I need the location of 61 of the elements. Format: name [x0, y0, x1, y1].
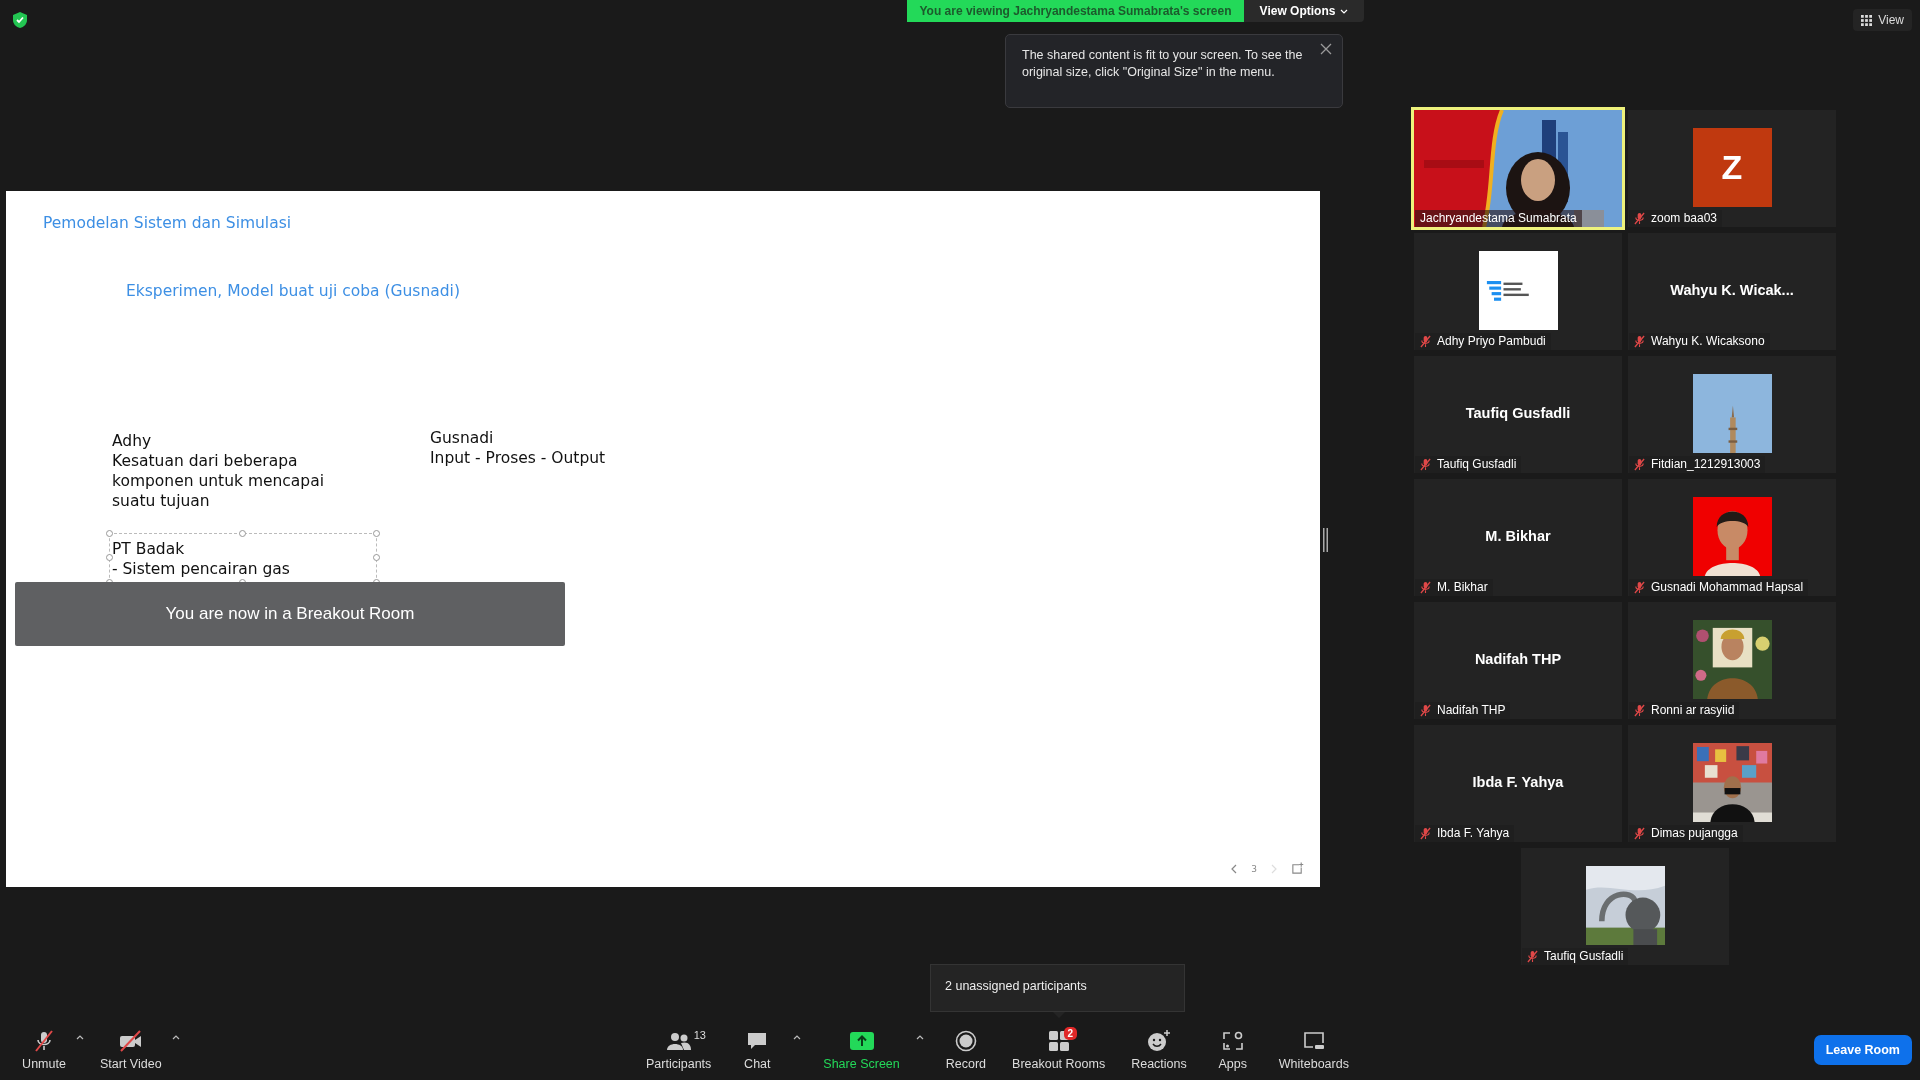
- unmute-button[interactable]: Unmute: [14, 1029, 74, 1071]
- slide-text-line: PT Badak: [112, 539, 186, 559]
- participant-display-name: Taufiq Gusfadli: [1465, 404, 1571, 421]
- slide-text-line: Kesatuan dari beberapa: [112, 451, 299, 471]
- participant-tile[interactable]: Gusnadi Mohammad Hapsal: [1628, 479, 1836, 596]
- participant-tile[interactable]: Z zoom baa03: [1628, 110, 1836, 227]
- reactions-button[interactable]: Reactions: [1121, 1029, 1197, 1071]
- slide-text-line: komponen untuk mencapai: [112, 471, 324, 491]
- participant-display-name: Ibda F. Yahya: [1472, 773, 1564, 790]
- tooltip-text: The shared content is fit to your screen. To see the original size, click "Original Size" in the menu.: [1022, 48, 1303, 79]
- screen-share-banner: You are viewing Jachryandestama Sumabrata's screen: [907, 0, 1244, 22]
- participant-tile[interactable]: Taufiq Gusfadli: [1521, 848, 1729, 965]
- participant-count: 13: [693, 1029, 706, 1041]
- participant-tile[interactable]: Fitdian_1212913003: [1628, 356, 1836, 473]
- share-button[interactable]: Share Screen: [813, 1029, 910, 1071]
- breakout-button[interactable]: 2 Breakout Rooms: [1002, 1029, 1116, 1071]
- popup-text: 2 unassigned participants: [945, 979, 1087, 993]
- participant-display-name: M. Bikhar: [1485, 527, 1551, 544]
- participant-name: Ronni ar rasyiid: [1651, 703, 1735, 717]
- participant-name: Taufiq Gusfadli: [1544, 949, 1624, 963]
- chat-button[interactable]: Chat: [727, 1029, 788, 1071]
- participant-tile[interactable]: Adhy Priyo Pambudi: [1414, 233, 1622, 350]
- participant-display-name: Wahyu K. Wicak...: [1670, 281, 1794, 298]
- view-options-button[interactable]: View Options: [1244, 0, 1364, 22]
- participant-tile[interactable]: Nadifah THP Nadifah THP: [1414, 602, 1622, 719]
- participant-tile[interactable]: Jachryandestama Sumabrata: [1414, 110, 1622, 227]
- whiteboards-button[interactable]: Whiteboards: [1268, 1029, 1359, 1071]
- participant-name: Nadifah THP: [1437, 703, 1506, 717]
- participant-name: Taufiq Gusfadli: [1437, 457, 1517, 471]
- participant-tile[interactable]: Wahyu K. Wicak... Wahyu K. Wicaksono: [1628, 233, 1836, 350]
- participant-tile[interactable]: Ibda F. Yahya Ibda F. Yahya: [1414, 725, 1622, 842]
- start-video-button[interactable]: Start Video: [92, 1029, 170, 1071]
- participant-name: Fitdian_1212913003: [1651, 457, 1761, 471]
- participant-tile[interactable]: Ronni ar rasyiid: [1628, 602, 1836, 719]
- apps-button[interactable]: Apps: [1202, 1029, 1263, 1071]
- avatar-initial: Z: [1692, 128, 1772, 207]
- page-number: 3: [1251, 863, 1257, 874]
- slide-title: Pemodelan Sistem dan Simulasi: [43, 214, 292, 232]
- participant-tile[interactable]: Dimas pujangga: [1628, 725, 1836, 842]
- participant-name: Wahyu K. Wicaksono: [1651, 334, 1765, 348]
- slide-subtitle: Eksperimen, Model buat uji coba (Gusnadi): [126, 282, 460, 300]
- participant-name: Jachryandestama Sumabrata: [1420, 211, 1577, 225]
- slide-text-line: suatu tujuan: [112, 491, 211, 511]
- slide-text-line: Gusnadi: [430, 428, 495, 448]
- participant-name: Adhy Priyo Pambudi: [1437, 334, 1546, 348]
- participant-name: Dimas pujangga: [1651, 826, 1738, 840]
- slide-text-line: Input - Proses - Output: [430, 448, 606, 468]
- participants-button[interactable]: 13 Participants: [636, 1029, 722, 1071]
- leave-room-button[interactable]: Leave Room: [1813, 1035, 1912, 1065]
- breakout-toast: You are now in a Breakout Room: [15, 582, 565, 646]
- view-button[interactable]: View: [1853, 9, 1912, 31]
- participant-tile[interactable]: Taufiq Gusfadli Taufiq Gusfadli: [1414, 356, 1622, 473]
- participant-name: Ibda F. Yahya: [1437, 826, 1510, 840]
- slide-text-line: Adhy: [112, 431, 153, 451]
- participant-name: M. Bikhar: [1437, 580, 1488, 594]
- participant-name: zoom baa03: [1651, 211, 1718, 225]
- participant-tile[interactable]: M. Bikhar M. Bikhar: [1414, 479, 1622, 596]
- record-button[interactable]: Record: [935, 1029, 997, 1071]
- participant-display-name: Nadifah THP: [1474, 650, 1562, 667]
- slide-text-line: - Sistem pencairan gas: [112, 559, 291, 579]
- participant-name: Gusnadi Mohammad Hapsal: [1651, 580, 1804, 594]
